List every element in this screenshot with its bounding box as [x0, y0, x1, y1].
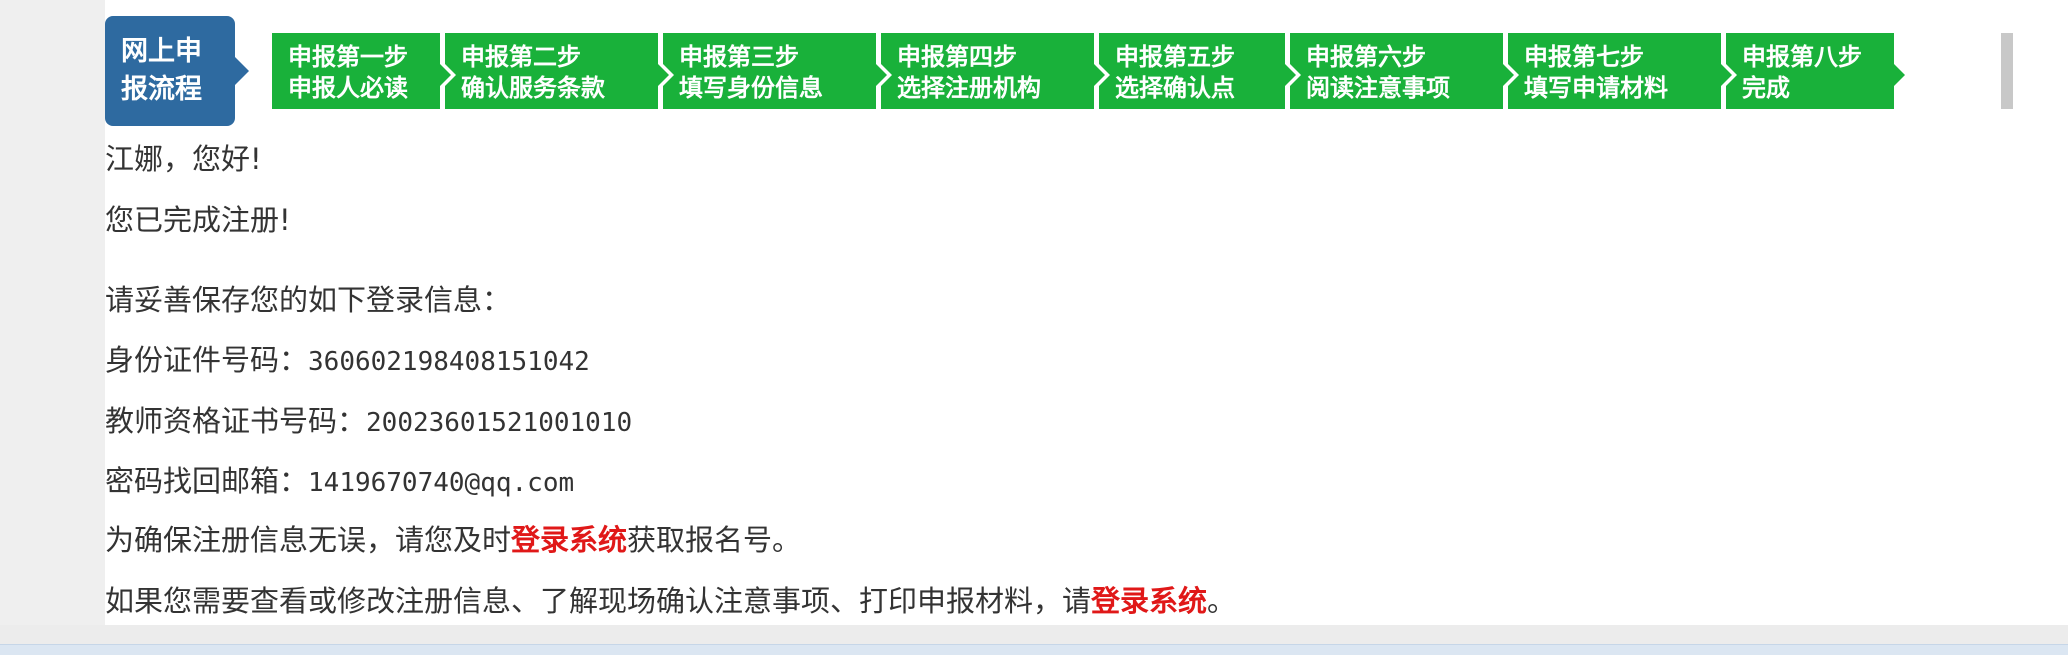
step-4-number: 申报第四步	[897, 43, 1017, 71]
chevron-right-icon	[235, 57, 249, 85]
flow-title-line2: 报流程	[121, 74, 202, 105]
step-bar: 申报第一步 申报人必读 申报第二步 确认服务条款 申报第三步 填写身份信息 申报…	[272, 33, 1910, 109]
step-5-number: 申报第五步	[1115, 43, 1235, 71]
step-2-number: 申报第二步	[461, 43, 581, 71]
step-6: 申报第六步 阅读注意事项	[1290, 33, 1519, 109]
step-1-label: 申报人必读	[288, 74, 408, 102]
step-4-label: 选择注册机构	[897, 74, 1041, 102]
step-5: 申报第五步 选择确认点	[1099, 33, 1301, 109]
step-8-number: 申报第八步	[1742, 43, 1862, 71]
left-gutter	[0, 0, 105, 654]
chevron-right-icon	[655, 61, 669, 89]
save-info-hint: 请妥善保存您的如下登录信息：	[105, 283, 512, 317]
flow-title-badge: 网上申 报流程	[105, 16, 249, 126]
id-number-label: 身份证件号码：	[105, 343, 309, 377]
greeting-text: 江娜，您好!	[105, 142, 262, 176]
step-5-label: 选择确认点	[1115, 74, 1235, 102]
recovery-email-value: 1419670740@qq.com	[308, 468, 575, 498]
step-3-label: 填写身份信息	[679, 74, 823, 102]
recovery-email-row: 密码找回邮箱：1419670740@qq.com	[105, 458, 574, 500]
step-6-number: 申报第六步	[1306, 43, 1426, 71]
step-2: 申报第二步 确认服务条款	[445, 33, 674, 109]
login-reminder-suffix: 获取报名号。	[627, 523, 802, 557]
chevron-right-icon	[1718, 61, 1732, 89]
step-3: 申报第三步 填写身份信息	[663, 33, 892, 109]
chevron-right-icon	[1891, 61, 1905, 89]
id-number-value: 360602198408151042	[308, 347, 590, 377]
certificate-number-row: 教师资格证书号码：20023601521001010	[105, 398, 632, 440]
login-system-link[interactable]: 登录系统	[511, 523, 627, 557]
chevron-right-icon	[1500, 61, 1514, 89]
step-3-number: 申报第三步	[679, 43, 799, 71]
chevron-right-icon	[1282, 61, 1296, 89]
id-number-row: 身份证件号码：360602198408151042	[105, 337, 590, 379]
chevron-right-icon	[873, 61, 887, 89]
bottom-strip	[0, 644, 2068, 655]
main-content: 网上申 报流程 申报第一步 申报人必读 申报第二步 确认服务条款 申报第三步 填…	[105, 0, 2068, 625]
certificate-number-label: 教师资格证书号码：	[105, 404, 367, 438]
modify-info-suffix: 。	[1207, 584, 1237, 618]
flow-title-line1: 网上申	[121, 36, 202, 67]
step-7: 申报第七步 填写申请材料	[1508, 33, 1737, 109]
login-reminder-prefix: 为确保注册信息无误，请您及时	[105, 523, 512, 557]
chevron-right-icon	[437, 61, 451, 89]
certificate-number-value: 20023601521001010	[366, 408, 633, 438]
login-system-link-2[interactable]: 登录系统	[1091, 584, 1207, 618]
modify-info-row: 如果您需要查看或修改注册信息、了解现场确认注意事项、打印申报材料，请登录系统。	[105, 578, 1236, 620]
step-8: 申报第八步 完成	[1726, 33, 1910, 109]
step-7-label: 填写申请材料	[1524, 74, 1668, 102]
chevron-right-icon	[1091, 61, 1105, 89]
step-8-label: 完成	[1742, 74, 1790, 102]
step-2-label: 确认服务条款	[461, 74, 605, 102]
step-4: 申报第四步 选择注册机构	[881, 33, 1110, 109]
step-7-number: 申报第七步	[1524, 43, 1644, 71]
registration-done-text: 您已完成注册!	[105, 203, 291, 237]
step-1-number: 申报第一步	[288, 43, 408, 71]
step-1: 申报第一步 申报人必读	[272, 33, 456, 109]
modify-info-prefix: 如果您需要查看或修改注册信息、了解现场确认注意事项、打印申报材料，请	[105, 584, 1092, 618]
step-bar-end-cap	[2001, 33, 2013, 109]
step-6-label: 阅读注意事项	[1306, 74, 1450, 102]
login-reminder-row: 为确保注册信息无误，请您及时登录系统获取报名号。	[105, 517, 801, 559]
recovery-email-label: 密码找回邮箱：	[105, 464, 309, 498]
